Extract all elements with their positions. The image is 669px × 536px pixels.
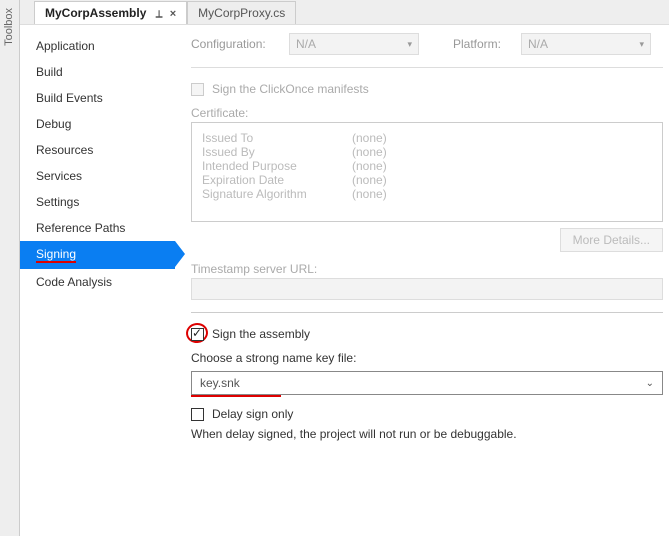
- key-file-value: key.snk: [200, 376, 240, 390]
- sidebar-item-code-analysis[interactable]: Code Analysis: [20, 269, 175, 295]
- sign-clickonce-row: Sign the ClickOnce manifests: [191, 82, 663, 96]
- sidebar-item-application[interactable]: Application: [20, 33, 175, 59]
- tab-mycorpassembly[interactable]: MyCorpAssembly ⟂ ×: [34, 1, 187, 24]
- annotation-underline: [191, 395, 281, 397]
- sign-assembly-label: Sign the assembly: [212, 327, 310, 341]
- toolbox-rail[interactable]: Toolbox: [0, 0, 20, 536]
- delay-sign-row: Delay sign only: [191, 407, 663, 421]
- tab-label: MyCorpProxy.cs: [198, 6, 285, 20]
- sign-assembly-checkbox[interactable]: [191, 328, 204, 341]
- sidebar-item-reference-paths[interactable]: Reference Paths: [20, 215, 175, 241]
- chevron-down-icon: ▾: [407, 39, 412, 50]
- sign-clickonce-label: Sign the ClickOnce manifests: [212, 82, 369, 96]
- signing-panel: Configuration: N/A ▾ Platform: N/A ▾ Sig…: [175, 25, 669, 536]
- sidebar-item-build-events[interactable]: Build Events: [20, 85, 175, 111]
- delay-sign-hint: When delay signed, the project will not …: [191, 427, 663, 441]
- certificate-box: Issued To(none) Issued By(none) Intended…: [191, 122, 663, 222]
- platform-select: N/A ▾: [521, 33, 651, 55]
- pin-icon[interactable]: ⟂: [156, 9, 163, 20]
- document-tabs: MyCorpAssembly ⟂ × MyCorpProxy.cs: [20, 0, 669, 24]
- sign-assembly-row: Sign the assembly: [191, 327, 663, 341]
- chevron-down-icon[interactable]: ⌄: [646, 378, 654, 389]
- delay-sign-checkbox[interactable]: [191, 408, 204, 421]
- sidebar-item-build[interactable]: Build: [20, 59, 175, 85]
- platform-label: Platform:: [453, 37, 513, 51]
- timestamp-server-input: [191, 278, 663, 300]
- project-properties-sidebar: Application Build Build Events Debug Res…: [20, 25, 175, 536]
- toolbox-label: Toolbox: [3, 8, 15, 46]
- sidebar-item-resources[interactable]: Resources: [20, 137, 175, 163]
- tab-label: MyCorpAssembly: [45, 6, 146, 20]
- more-details-button: More Details...: [560, 228, 663, 252]
- key-file-select[interactable]: key.snk ⌄: [191, 371, 663, 395]
- divider: [191, 67, 663, 68]
- chevron-down-icon: ▾: [639, 39, 644, 50]
- close-icon[interactable]: ×: [170, 8, 176, 20]
- timestamp-label: Timestamp server URL:: [191, 262, 663, 276]
- divider: [191, 312, 663, 313]
- tab-mycorpproxy[interactable]: MyCorpProxy.cs: [187, 1, 296, 24]
- sidebar-item-services[interactable]: Services: [20, 163, 175, 189]
- delay-sign-label: Delay sign only: [212, 407, 293, 421]
- configuration-label: Configuration:: [191, 37, 281, 51]
- sidebar-item-debug[interactable]: Debug: [20, 111, 175, 137]
- sidebar-item-settings[interactable]: Settings: [20, 189, 175, 215]
- certificate-label: Certificate:: [191, 106, 663, 120]
- sign-clickonce-checkbox: [191, 83, 204, 96]
- choose-key-label: Choose a strong name key file:: [191, 351, 663, 365]
- configuration-select: N/A ▾: [289, 33, 419, 55]
- sidebar-item-signing[interactable]: Signing: [20, 241, 175, 269]
